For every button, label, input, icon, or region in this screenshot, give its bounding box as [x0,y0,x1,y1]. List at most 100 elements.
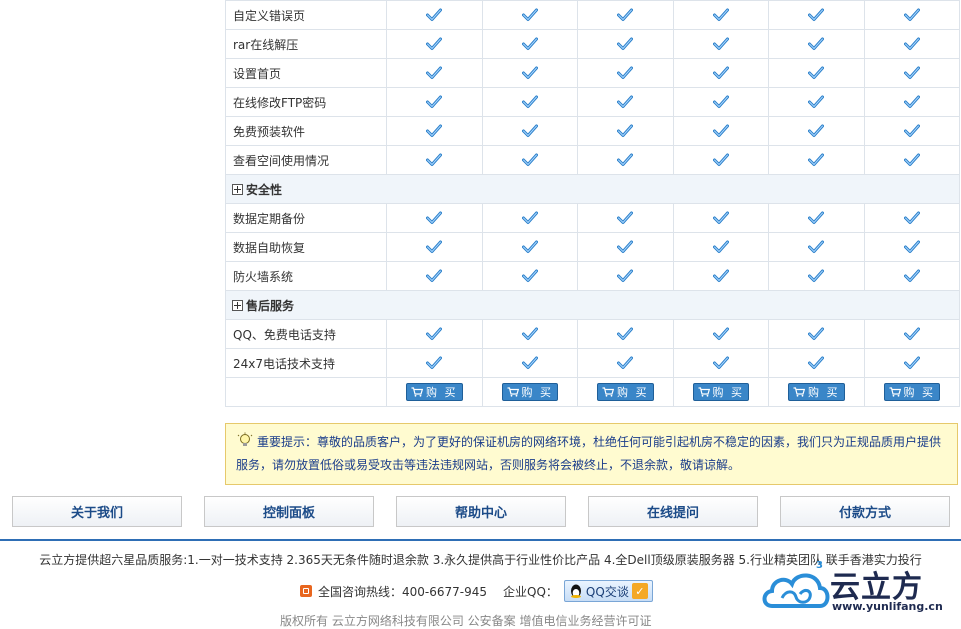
checkmark-icon [617,269,634,283]
checkmark-icon [521,356,538,370]
checkmark-icon [903,269,920,283]
checkmark-icon [426,356,443,370]
checkmark-icon [617,8,634,22]
feature-check-cell [481,0,578,30]
checkmark-icon [521,327,538,341]
checkmark-icon [426,37,443,51]
feature-check-cell [577,145,674,175]
checkmark-icon [617,37,634,51]
checkmark-icon [617,356,634,370]
feature-check-cell [481,261,578,291]
cart-icon [889,387,901,397]
feature-check-cell [768,261,865,291]
buy-cell: 购 买 [386,377,483,407]
checkmark-icon [617,95,634,109]
buy-button[interactable]: 购 买 [597,383,654,401]
checkmark-icon [426,8,443,22]
feature-check-cell [863,116,960,146]
buy-button[interactable]: 购 买 [501,383,558,401]
feature-label: 数据自助恢复 [225,232,387,262]
checkmark-icon [617,66,634,80]
feature-check-cell [672,203,769,233]
buy-cell: 购 买 [672,377,769,407]
checkmark-icon [712,8,729,22]
enterprise-qq-label: 企业QQ： [503,584,558,599]
feature-check-cell [768,58,865,88]
feature-row: 自定义错误页 [225,0,960,30]
cart-icon [793,387,805,397]
feature-check-cell [386,0,483,30]
buy-button[interactable]: 购 买 [788,383,845,401]
feature-label: 防火墙系统 [225,261,387,291]
feature-check-cell [863,232,960,262]
feature-check-cell [863,203,960,233]
feature-check-cell [577,58,674,88]
check-icon: ✓ [631,583,648,599]
checkmark-icon [808,211,825,225]
feature-check-cell [481,348,578,378]
feature-label [225,377,387,407]
cart-icon [698,387,710,397]
buy-label: 购 买 [426,386,458,399]
feature-check-cell [672,116,769,146]
feature-check-cell [481,116,578,146]
checkmark-icon [617,211,634,225]
nav-control-panel-button[interactable]: 控制面板 [204,496,374,527]
checkmark-icon [808,240,825,254]
checkmark-icon [903,8,920,22]
footer-copyright-partial: 版权所有 云立方网络科技有限公司 公安备案 增值电信业务经营许可证 [280,614,652,628]
checkmark-icon [712,124,729,138]
feature-check-cell [863,145,960,175]
feature-check-cell [672,319,769,349]
checkmark-icon [808,8,825,22]
section-header[interactable]: 售后服务 [225,290,960,320]
feature-row: 数据自助恢复 [225,232,960,262]
feature-check-cell [768,116,865,146]
checkmark-icon [521,269,538,283]
buy-button[interactable]: 购 买 [406,383,463,401]
checkmark-icon [521,211,538,225]
feature-check-cell [672,261,769,291]
expand-plus-icon[interactable] [232,183,243,195]
buy-cell: 购 买 [863,377,960,407]
cart-icon [602,387,614,397]
checkmark-icon [712,66,729,80]
section-header[interactable]: 安全性 [225,174,960,204]
notice-text: 重要提示：尊敬的品质客户，为了更好的保证机房的网络环境，杜绝任何可能引起机房不稳… [236,435,942,472]
checkmark-icon [426,95,443,109]
feature-check-cell [386,203,483,233]
feature-check-cell [768,319,865,349]
buy-button[interactable]: 购 买 [692,383,749,401]
checkmark-icon [521,153,538,167]
feature-check-cell [577,116,674,146]
feature-label: 24x7电话技术支持 [225,348,387,378]
feature-check-cell [768,232,865,262]
feature-check-cell [863,319,960,349]
feature-row: rar在线解压 [225,29,960,59]
checkmark-icon [426,153,443,167]
nav-payment-methods-button[interactable]: 付款方式 [780,496,950,527]
checkmark-icon [426,211,443,225]
nav-help-center-button[interactable]: 帮助中心 [396,496,566,527]
checkmark-icon [521,66,538,80]
buy-label: 购 买 [617,386,649,399]
feature-row: 数据定期备份 [225,203,960,233]
expand-plus-icon[interactable] [232,299,243,311]
checkmark-icon [426,240,443,254]
feature-check-cell [672,348,769,378]
nav-online-question-button[interactable]: 在线提问 [588,496,758,527]
buy-button[interactable]: 购 买 [883,383,940,401]
buy-label: 购 买 [808,386,840,399]
qq-chat-button[interactable]: QQ交谈 ✓ [563,580,653,602]
checkmark-icon [712,356,729,370]
feature-check-cell [481,203,578,233]
feature-check-cell [672,0,769,30]
checkmark-icon [426,269,443,283]
nav-about-us-button[interactable]: 关于我们 [12,496,182,527]
feature-check-cell [481,145,578,175]
feature-table: 自定义错误页 rar在线解压 设置首页 在线修改FTP密码 免费预装软件 查看空间使用情况… [225,0,960,407]
feature-check-cell [577,203,674,233]
feature-check-cell [672,232,769,262]
buy-label: 购 买 [521,386,553,399]
feature-label: rar在线解压 [225,29,387,59]
